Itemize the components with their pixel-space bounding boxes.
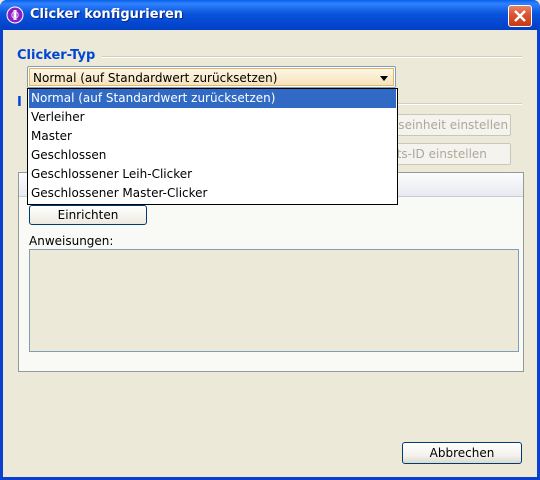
dialog-window: Clicker konfigurieren Clicker-Typ Normal… <box>0 0 540 480</box>
dropdown-option[interactable]: Master <box>29 127 396 146</box>
dialog-body: Clicker-Typ Normal (auf Standardwert zur… <box>3 30 537 477</box>
second-group-label: I <box>17 95 26 110</box>
app-icon <box>6 6 24 24</box>
close-icon <box>514 10 526 22</box>
dropdown-option[interactable]: Geschlossener Leih-Clicker <box>29 165 396 184</box>
instructions-box <box>29 249 519 352</box>
set-unit-label: ntseinheit einstellen <box>386 118 509 132</box>
group-divider <box>396 103 522 105</box>
clicker-type-select[interactable]: Normal (auf Standardwert zurücksetzen) <box>27 66 396 88</box>
chevron-down-icon <box>380 76 388 81</box>
group-divider <box>102 56 522 58</box>
title-bar[interactable]: Clicker konfigurieren <box>0 0 540 30</box>
dropdown-option[interactable]: Geschlossener Master-Clicker <box>29 184 396 203</box>
window-title: Clicker konfigurieren <box>30 7 184 22</box>
dropdown-option[interactable]: Verleiher <box>29 108 396 127</box>
clicker-type-dropdown: Normal (auf Standardwert zurücksetzen) V… <box>27 88 398 205</box>
cancel-button[interactable]: Abbrechen <box>402 442 522 464</box>
clicker-type-group-label: Clicker-Typ <box>17 48 100 63</box>
dropdown-option[interactable]: Normal (auf Standardwert zurücksetzen) <box>29 89 396 108</box>
clicker-type-selected: Normal (auf Standardwert zurücksetzen) <box>33 71 278 85</box>
close-button[interactable] <box>508 5 532 27</box>
dropdown-option[interactable]: Geschlossen <box>29 146 396 165</box>
instructions-label: Anweisungen: <box>29 234 114 248</box>
setup-button[interactable]: Einrichten <box>29 205 147 225</box>
set-id-label: eits-ID einstellen <box>386 147 487 161</box>
